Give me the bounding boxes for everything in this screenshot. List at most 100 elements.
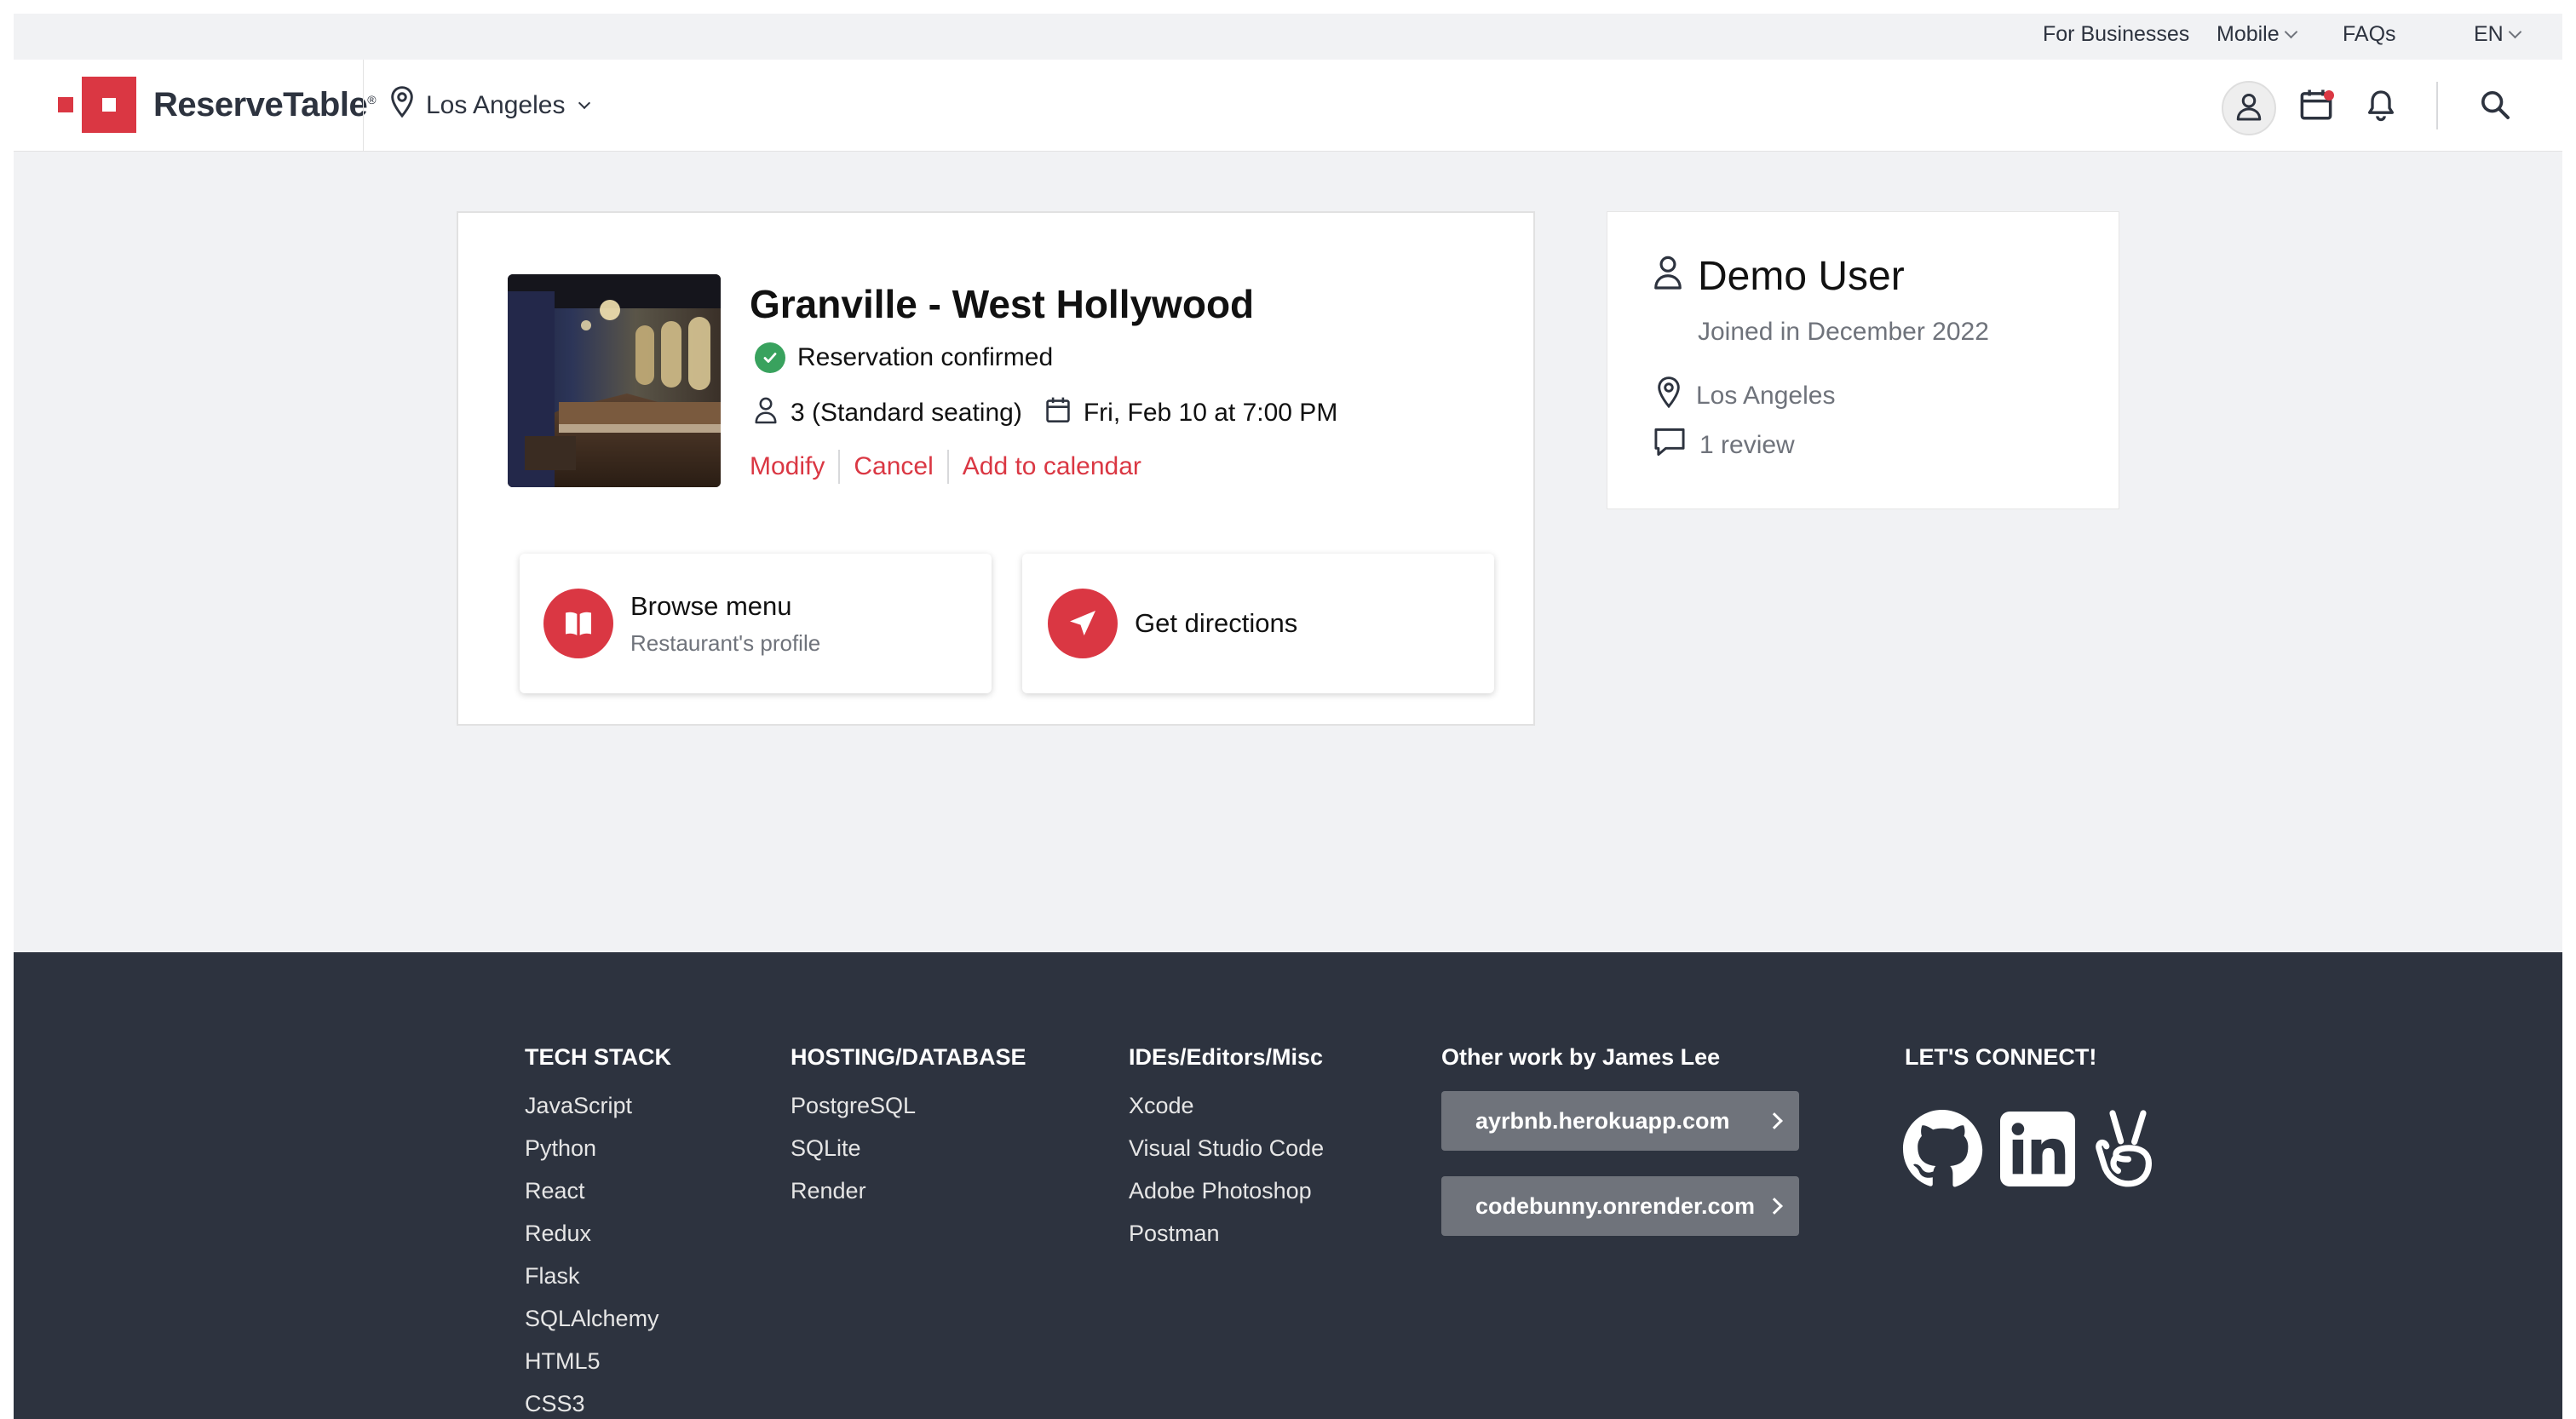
reservation-details: 3 (Standard seating) Fri, Feb 10 at 7:00… <box>753 395 1337 431</box>
get-directions-button[interactable]: Get directions <box>1022 554 1494 693</box>
list-item: React <box>525 1178 585 1204</box>
person-icon <box>753 395 779 431</box>
party-size: 3 (Standard seating) <box>753 395 1022 431</box>
user-location-label: Los Angeles <box>1696 382 1836 410</box>
faqs-label: FAQs <box>2343 22 2396 46</box>
reservation-actions: Modify Cancel Add to calendar <box>750 450 1155 484</box>
list-item: Flask <box>525 1263 580 1289</box>
map-pin-icon <box>1655 376 1682 417</box>
utility-bar: For Businesses Mobile FAQs EN <box>14 14 2562 60</box>
registered-mark: ® <box>367 92 377 106</box>
logo-dot <box>58 97 73 112</box>
chevron-down-icon <box>2284 25 2297 39</box>
tech-stack-list: JavaScript Python React Redux Flask SQLA… <box>525 1091 671 1419</box>
bell-icon <box>2364 88 2398 126</box>
user-name-row: Demo User <box>1652 253 1905 300</box>
browse-menu-title: Browse menu <box>630 590 792 621</box>
header: ReserveTable® Los Angeles <box>14 60 2562 152</box>
modify-link[interactable]: Modify <box>750 450 838 484</box>
reservation-status: Reservation confirmed <box>755 342 1053 373</box>
party-size-label: 3 (Standard seating) <box>791 399 1022 427</box>
list-item: Postman <box>1129 1221 1220 1246</box>
search-icon <box>2478 88 2512 126</box>
chevron-down-icon <box>578 96 591 110</box>
ayrbnb-link-label: ayrbnb.herokuapp.com <box>1475 1107 1730 1134</box>
browse-menu-button[interactable]: Browse menu Restaurant's profile <box>520 554 992 693</box>
other-work-column: Other work by James Lee ayrbnb.herokuapp… <box>1441 1044 1799 1261</box>
ides-list: Xcode Visual Studio Code Adobe Photoshop… <box>1129 1091 1324 1261</box>
page: For Businesses Mobile FAQs EN ReserveTab… <box>14 14 2562 1419</box>
list-item: JavaScript <box>525 1093 633 1118</box>
list-item: Adobe Photoshop <box>1129 1178 1312 1204</box>
connect-heading: LET'S CONNECT! <box>1905 1044 2097 1070</box>
user-profile-card: Demo User Joined in December 2022 Los An… <box>1607 211 2119 509</box>
connect-column: LET'S CONNECT! <box>1903 1044 2153 1194</box>
hosting-column: HOSTING/DATABASE PostgreSQL SQLite Rende… <box>791 1044 1026 1219</box>
map-pin-icon <box>388 85 416 126</box>
codebunny-link-label: codebunny.onrender.com <box>1475 1192 1756 1219</box>
add-to-calendar-link[interactable]: Add to calendar <box>946 450 1155 484</box>
user-location: Los Angeles <box>1655 376 1835 417</box>
other-work-heading: Other work by James Lee <box>1441 1044 1721 1070</box>
codebunny-link[interactable]: codebunny.onrender.com <box>1441 1176 1799 1236</box>
for-businesses-link[interactable]: For Businesses <box>2043 22 2189 47</box>
book-icon <box>543 589 613 658</box>
browse-menu-subtitle: Restaurant's profile <box>630 629 821 656</box>
ides-column: IDEs/Editors/Misc Xcode Visual Studio Co… <box>1129 1044 1324 1261</box>
cancel-link[interactable]: Cancel <box>838 450 946 484</box>
angellist-icon[interactable] <box>2092 1108 2153 1194</box>
restaurant-name[interactable]: Granville - West Hollywood <box>750 281 1254 327</box>
list-item: Visual Studio Code <box>1129 1135 1325 1161</box>
calendar-icon <box>1044 395 1072 431</box>
list-item: Redux <box>525 1221 592 1246</box>
joined-date: Joined in December 2022 <box>1698 318 1989 346</box>
brand-logo[interactable]: ReserveTable® <box>58 77 377 133</box>
linkedin-icon[interactable] <box>2000 1112 2075 1191</box>
notifications-button[interactable] <box>2358 83 2404 129</box>
mobile-label: Mobile <box>2217 22 2280 46</box>
list-item: SQLAlchemy <box>525 1306 659 1331</box>
list-item: HTML5 <box>525 1348 601 1374</box>
brand-text: ReserveTable <box>153 85 368 124</box>
status-label: Reservation confirmed <box>797 343 1054 371</box>
header-divider <box>363 60 364 152</box>
chevron-down-icon <box>2508 25 2522 39</box>
list-item: Render <box>791 1178 866 1204</box>
chevron-right-icon <box>1766 1112 1783 1129</box>
search-button[interactable] <box>2472 83 2518 129</box>
for-businesses-label: For Businesses <box>2043 22 2190 46</box>
user-reviews[interactable]: 1 review <box>1653 427 1795 464</box>
mobile-menu[interactable]: Mobile <box>2217 22 2297 47</box>
list-item: PostgreSQL <box>791 1093 917 1118</box>
header-separator <box>2436 82 2438 129</box>
profile-button[interactable] <box>2222 81 2276 135</box>
user-icon <box>1652 253 1684 300</box>
location-label: Los Angeles <box>426 91 566 119</box>
datetime-label: Fri, Feb 10 at 7:00 PM <box>1083 399 1338 427</box>
reservations-button[interactable] <box>2293 83 2339 129</box>
language-selector[interactable]: EN <box>2474 22 2522 47</box>
hosting-heading: HOSTING/DATABASE <box>791 1044 1026 1070</box>
profile-icon <box>2234 91 2264 126</box>
github-icon[interactable] <box>1901 1108 1983 1194</box>
check-circle-icon <box>755 342 785 373</box>
list-item: Python <box>525 1135 597 1161</box>
social-links <box>1901 1108 2153 1194</box>
notification-dot <box>2324 90 2334 101</box>
review-count: 1 review <box>1699 431 1795 459</box>
get-directions-label: Get directions <box>1135 608 1298 638</box>
hosting-list: PostgreSQL SQLite Render <box>791 1091 1026 1219</box>
reservation-card: Granville - West Hollywood Reservation c… <box>457 211 1535 726</box>
list-item: CSS3 <box>525 1391 585 1416</box>
tech-stack-heading: TECH STACK <box>525 1044 671 1070</box>
tech-stack-column: TECH STACK JavaScript Python React Redux… <box>525 1044 671 1419</box>
faqs-link[interactable]: FAQs <box>2343 22 2396 47</box>
location-picker[interactable]: Los Angeles <box>388 85 591 126</box>
ides-heading: IDEs/Editors/Misc <box>1129 1044 1324 1070</box>
restaurant-photo[interactable] <box>508 274 721 487</box>
chevron-right-icon <box>1766 1198 1783 1215</box>
user-name: Demo User <box>1698 254 1905 299</box>
list-item: Xcode <box>1129 1093 1194 1118</box>
list-item: SQLite <box>791 1135 861 1161</box>
ayrbnb-link[interactable]: ayrbnb.herokuapp.com <box>1441 1091 1799 1151</box>
